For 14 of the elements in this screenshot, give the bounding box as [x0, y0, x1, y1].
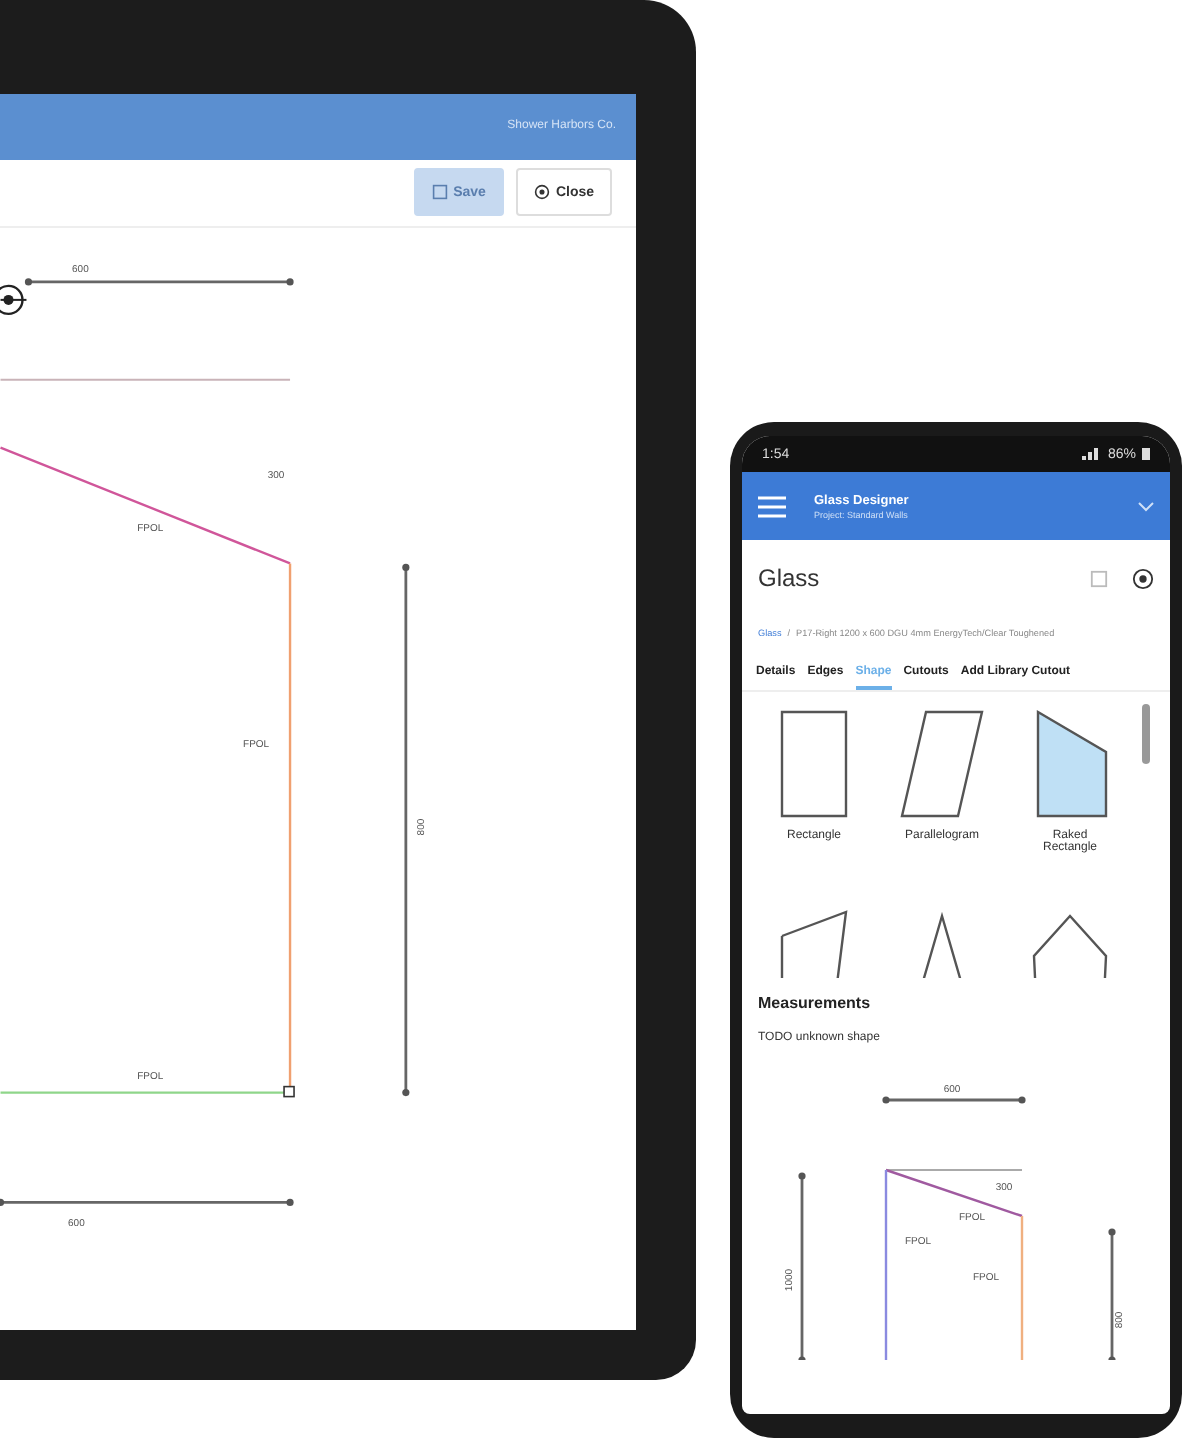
- guide-line: [885, 1169, 1023, 1171]
- menu-icon[interactable]: [758, 495, 786, 517]
- circle-icon: [533, 184, 550, 201]
- section-heading: Measurements: [756, 992, 873, 1016]
- corner-handle[interactable]: [283, 1085, 295, 1098]
- page-title: Glass: [758, 564, 822, 592]
- battery-icon: [1142, 448, 1150, 460]
- dimension-line: [1108, 1228, 1116, 1360]
- chevron-down-icon[interactable]: [1138, 501, 1154, 511]
- dimension-line: [882, 1096, 1026, 1104]
- signal-icon: [1081, 448, 1102, 460]
- close-icon[interactable]: [1132, 567, 1154, 589]
- scrollbar-thumb[interactable]: [1142, 704, 1150, 764]
- target-icon: [0, 284, 28, 315]
